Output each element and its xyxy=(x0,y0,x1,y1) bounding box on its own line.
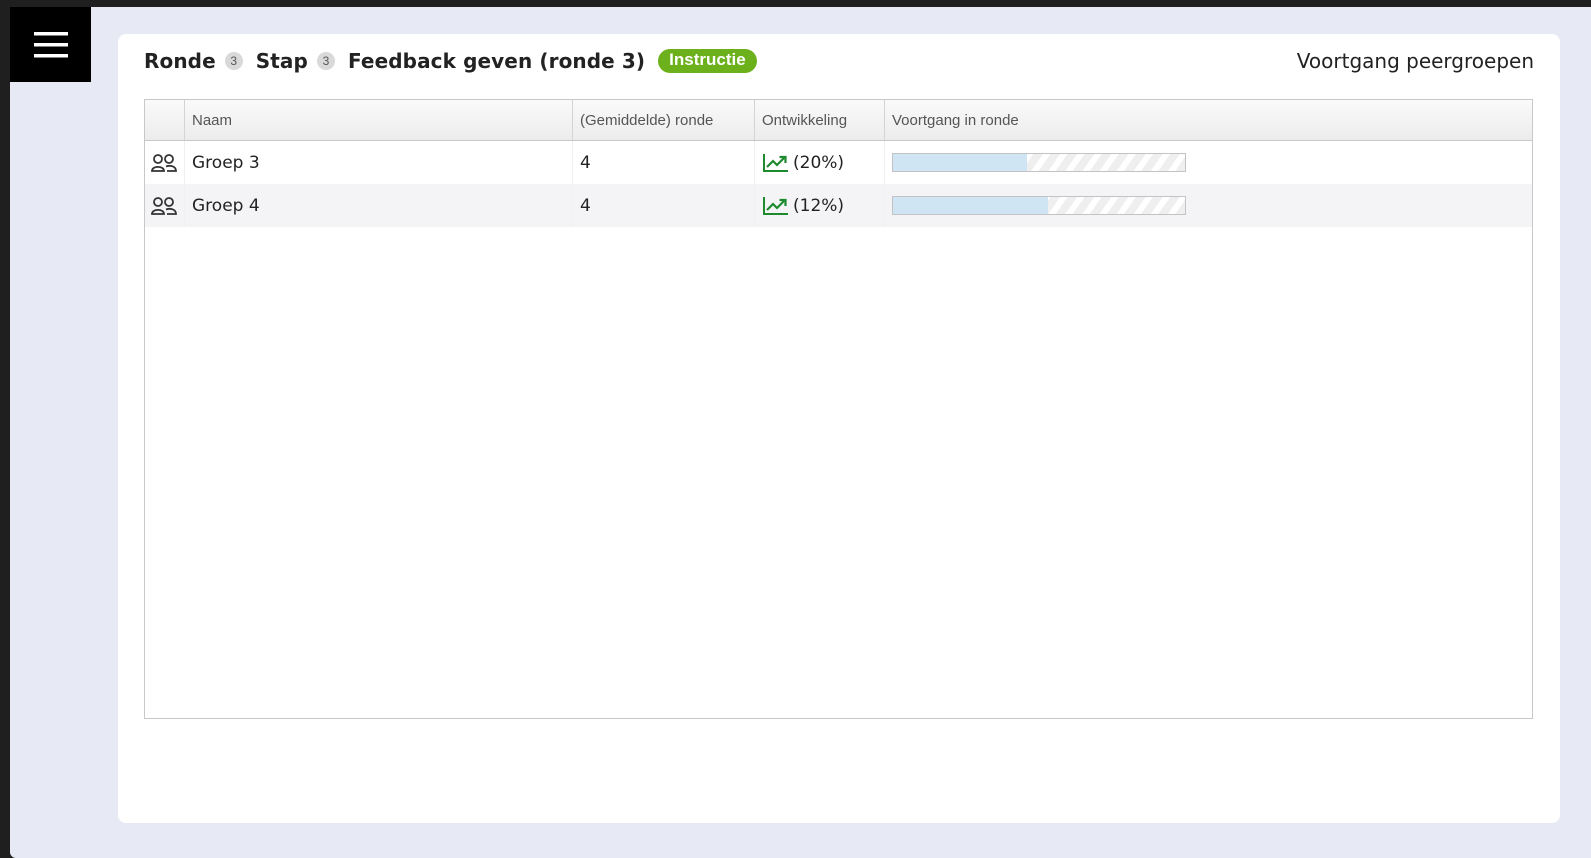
group-icon xyxy=(151,196,177,215)
group-round: 4 xyxy=(573,184,755,227)
column-header-round[interactable]: (Gemiddelde) ronde xyxy=(573,100,755,140)
step-number-badge: 3 xyxy=(316,52,335,70)
group-name: Groep 3 xyxy=(185,141,573,184)
column-header-name[interactable]: Naam xyxy=(185,100,573,140)
table-header: Naam (Gemiddelde) ronde Ontwikkeling Voo… xyxy=(145,100,1532,141)
group-name: Groep 4 xyxy=(185,184,573,227)
development-value: (12%) xyxy=(793,195,845,216)
table-row[interactable]: Groep 4 4 (12%) xyxy=(145,184,1532,227)
progress-bar xyxy=(892,153,1186,172)
hamburger-icon xyxy=(33,31,68,57)
menu-button[interactable] xyxy=(10,7,91,82)
app-viewport: Ronde 3 Stap 3 Feedback geven (ronde 3) … xyxy=(10,7,1591,858)
column-header-development[interactable]: Ontwikkeling xyxy=(755,100,885,140)
step-title: Feedback geven (ronde 3) xyxy=(347,49,646,73)
step-label: Stap xyxy=(255,49,308,73)
progress-fill xyxy=(893,197,1048,214)
main-card: Ronde 3 Stap 3 Feedback geven (ronde 3) … xyxy=(118,34,1560,823)
table-row[interactable]: Groep 3 4 (20%) xyxy=(145,141,1532,184)
column-header-icon[interactable] xyxy=(145,100,185,140)
page-title: Voortgang peergroepen xyxy=(1296,49,1534,73)
group-round: 4 xyxy=(573,141,755,184)
group-icon xyxy=(151,153,177,172)
progress-bar xyxy=(892,196,1186,215)
trending-up-icon xyxy=(763,196,788,215)
peer-groups-table: Naam (Gemiddelde) ronde Ontwikkeling Voo… xyxy=(144,99,1533,719)
progress-fill xyxy=(893,154,1028,171)
instruction-button[interactable]: Instructie xyxy=(658,49,757,73)
round-number-badge: 3 xyxy=(224,52,243,70)
round-label: Ronde xyxy=(144,49,216,73)
development-value: (20%) xyxy=(793,152,845,173)
trending-up-icon xyxy=(763,153,788,172)
breadcrumb: Ronde 3 Stap 3 Feedback geven (ronde 3) … xyxy=(144,46,757,76)
column-header-progress[interactable]: Voortgang in ronde xyxy=(885,100,1532,140)
